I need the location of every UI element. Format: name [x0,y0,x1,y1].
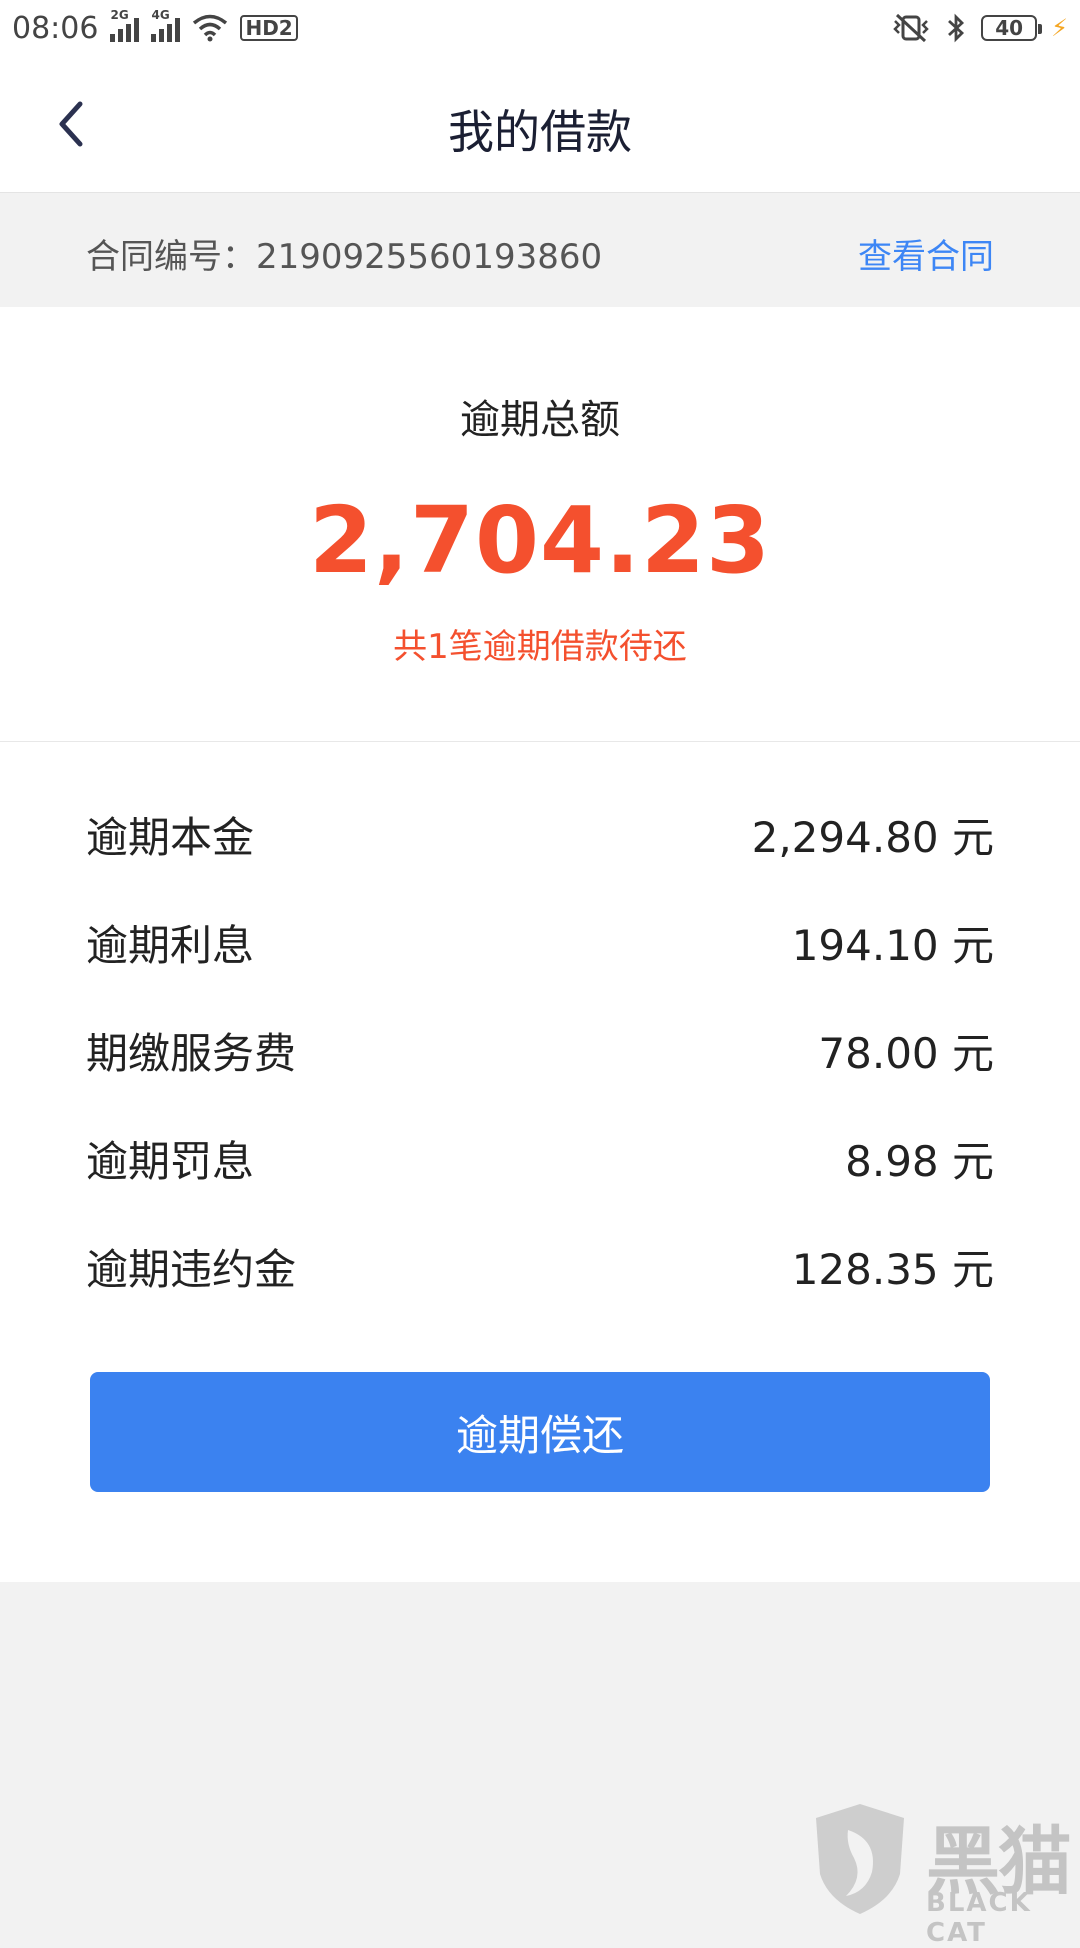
detail-row-liquidated-damages: 逾期违约金 128.35 元 [86,1236,994,1296]
vibrate-mute-icon [893,13,929,43]
overdue-summary: 逾期总额 2,704.23 共1笔逾期借款待还 [0,307,1080,742]
detail-row-principal: 逾期本金 2,294.80 元 [86,804,994,864]
status-time: 08:06 [12,10,99,46]
overdue-repay-button[interactable]: 逾期偿还 [90,1372,990,1492]
app-header: 我的借款 [0,56,1080,193]
page-title: 我的借款 [448,105,632,159]
status-right: 40 ⚡ [891,8,1068,48]
net-label-4g: 4G [151,8,170,22]
bluetooth-icon [948,13,965,43]
detail-row-service-fee: 期缴服务费 78.00 元 [86,1020,994,1080]
net-label-2g: 2G [110,8,129,22]
overdue-count-note: 共1笔逾期借款待还 [393,627,687,667]
contract-number: 合同编号：2190925560193860 [86,237,603,277]
black-cat-watermark: 黑猫 BLACK CAT [808,1800,1080,1948]
detail-value: 78.00 元 [818,1028,994,1078]
detail-value: 8.98 元 [845,1136,994,1186]
detail-label: 逾期违约金 [86,1244,297,1294]
detail-value: 2,294.80 元 [751,812,994,862]
overdue-details: 逾期本金 2,294.80 元 逾期利息 194.10 元 期缴服务费 78.0… [0,742,1080,1582]
overdue-total-amount: 2,704.23 [309,487,771,594]
view-contract-link[interactable]: 查看合同 [858,229,994,278]
detail-value: 194.10 元 [791,920,994,970]
watermark-en: BLACK CAT [926,1888,1032,1948]
contract-bar: 合同编号：2190925560193860 查看合同 [0,193,1080,307]
charging-icon: ⚡ [1051,14,1068,42]
black-cat-shield-icon [816,1804,904,1914]
status-left: 08:06 2G 4G HD2 [12,8,298,48]
summary-title: 逾期总额 [460,397,620,443]
status-bar: 08:06 2G 4G HD2 40 ⚡ [0,0,1080,56]
detail-label: 逾期利息 [86,920,255,970]
signal-2g-icon: 2G [110,8,140,42]
battery-icon: 40 [981,15,1043,41]
detail-label: 逾期本金 [86,812,255,862]
signal-4g-icon: 4G [151,8,181,42]
detail-label: 逾期罚息 [86,1136,255,1186]
detail-label: 期缴服务费 [86,1028,297,1078]
detail-row-penalty-interest: 逾期罚息 8.98 元 [86,1128,994,1188]
wifi-icon [193,14,228,42]
detail-row-interest: 逾期利息 194.10 元 [86,912,994,972]
detail-value: 128.35 元 [791,1244,994,1294]
hd-badge: HD2 [240,15,298,41]
battery-level: 40 [995,16,1024,40]
